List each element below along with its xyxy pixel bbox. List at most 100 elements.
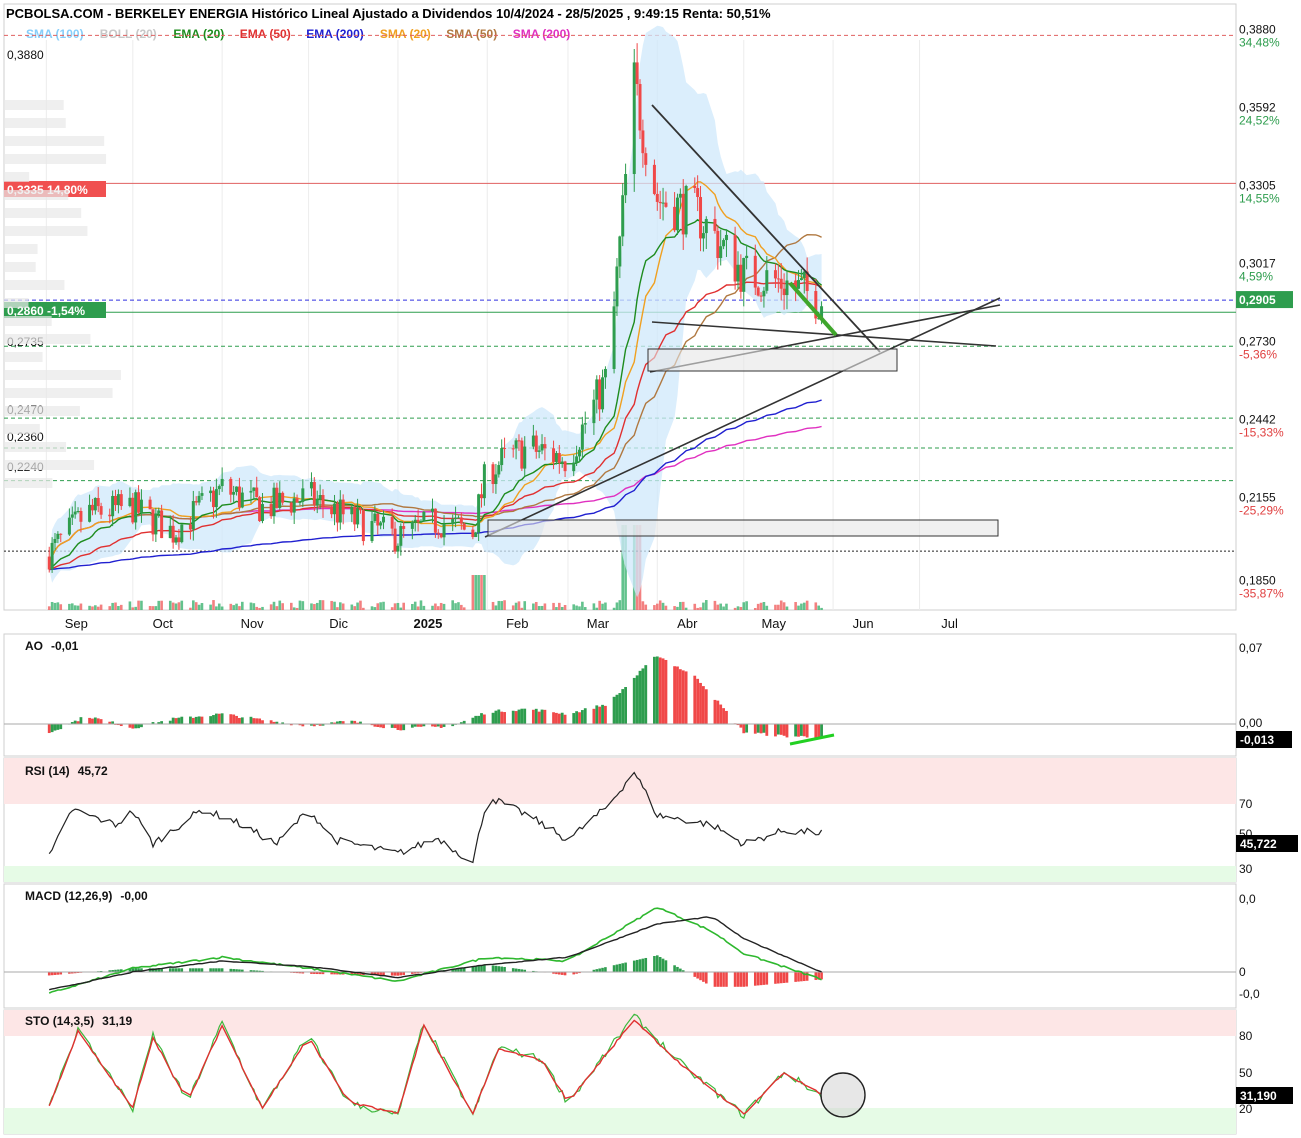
ao-bar-150 [653, 656, 656, 724]
macd-hist-145 [632, 960, 636, 972]
candle-body-161 [696, 188, 700, 197]
ao-bar-11 [91, 718, 94, 724]
ao-bar-131 [575, 711, 579, 724]
macd-hist-116 [514, 968, 518, 972]
candle-body-99 [442, 524, 446, 538]
volume-bar-139 [604, 602, 607, 610]
candle-body-146 [635, 62, 639, 85]
legend-item-3: EMA (50) [240, 27, 291, 41]
ao-bar-178 [762, 724, 766, 733]
macd-hist-37 [194, 968, 198, 972]
macd-hist-139 [604, 967, 607, 972]
ao-bar-38 [197, 716, 201, 724]
candle-body-10 [88, 504, 92, 522]
sto-overbought-zone [4, 1010, 1236, 1036]
volume-bar-97 [436, 606, 440, 610]
legend-item-0: SMA (100) [26, 27, 84, 41]
volume-bar-40 [209, 604, 212, 610]
volume-bar-168 [722, 606, 725, 610]
volume-bar-6 [70, 603, 74, 610]
volume-bar-86 [393, 603, 397, 610]
macd-hist-115 [511, 968, 515, 972]
volume-bar-5 [68, 603, 71, 610]
volume-bar-135 [592, 603, 596, 610]
rsi-title: RSI (14) 45,72 [25, 764, 108, 778]
candle-body-30 [168, 525, 172, 539]
volume-profile-bar-21 [4, 478, 53, 488]
ao-bar-48 [238, 717, 241, 724]
volume-bar-178 [762, 601, 766, 610]
volume-profile-bar-17 [4, 406, 80, 416]
volume-bar-11 [91, 606, 94, 610]
volume-bar-31 [171, 602, 175, 610]
candle-body-128 [560, 461, 564, 463]
candle-body-19 [119, 494, 123, 507]
candle-body-112 [497, 465, 501, 475]
sto-title-value: 31,19 [102, 1014, 132, 1028]
indicator-legend: SMA (100) BOLL (20) EMA (20) EMA (50) EMA (2… [26, 27, 570, 41]
ao-bar-120 [531, 709, 535, 724]
volume-bar-113 [500, 601, 503, 610]
volume-bar-14 [99, 604, 103, 610]
macd-pane: MACD (12,26,9) -0,00 0,0 0 -0,0 [3, 883, 1260, 1009]
volume-bar-65 [310, 603, 313, 610]
ao-bar-31 [171, 717, 175, 724]
macd-axis-label-1: 0 [1239, 965, 1246, 979]
candle-body-108 [480, 494, 484, 499]
volume-bar-35 [189, 607, 192, 610]
candle-body-177 [759, 295, 763, 297]
macd-hist-157 [679, 968, 682, 972]
candle-body-17 [114, 495, 118, 506]
candle-body-32 [174, 537, 178, 543]
ao-bar-190 [814, 724, 818, 739]
candle-body-109 [482, 464, 486, 499]
price-axis-value-3: 0,3017 [1239, 257, 1276, 271]
volume-bar-89 [402, 602, 405, 610]
ao-bar-148 [641, 668, 645, 724]
volume-bar-121 [534, 601, 538, 610]
volume-profile-bar-3 [4, 154, 107, 164]
volume-profile-bar-0 [4, 100, 64, 110]
ao-bar-125 [552, 712, 555, 724]
ao-bar-130 [572, 713, 576, 724]
macd-hist-38 [197, 968, 201, 972]
ao-bar-23 [137, 724, 140, 729]
volume-bar-49 [241, 601, 244, 610]
ao-bar-86 [393, 724, 397, 729]
volume-bar-71 [333, 601, 336, 610]
candle-body-124 [543, 444, 547, 449]
macd-hist-33 [177, 968, 181, 972]
volume-bar-93 [419, 600, 423, 610]
candle-body-21 [131, 497, 135, 523]
ao-bar-106 [474, 715, 478, 724]
month-label-3: Dic [329, 616, 348, 631]
volume-bar-61 [292, 607, 296, 610]
ao-bar-10 [88, 717, 91, 724]
candle-body-60 [289, 502, 293, 513]
ao-bar-20 [128, 724, 132, 728]
month-label-5: Feb [506, 616, 528, 631]
candle-body-39 [200, 493, 204, 496]
macd-plot [4, 907, 1236, 994]
zone-box-upper [647, 348, 898, 372]
volume-bar-10 [88, 605, 91, 610]
volume-bar-42 [215, 606, 218, 610]
ao-bar-118 [520, 708, 524, 724]
price-axis-pct-7: -35,87% [1239, 586, 1284, 600]
candle-body-9 [79, 510, 83, 522]
candle-body-41 [211, 490, 215, 508]
sto-highlight-circle [820, 1072, 866, 1118]
price-axis-value-7: 0,1850 [1239, 573, 1276, 587]
candle-body-34 [180, 524, 184, 543]
price-axis-pct-4: -5,36% [1239, 348, 1277, 362]
volume-bar-82 [376, 603, 380, 610]
ao-bar-169 [725, 710, 728, 724]
candle-body-160 [693, 185, 697, 189]
volume-bar-96 [434, 603, 437, 610]
macd-hist-189 [805, 972, 809, 981]
candle-body-165 [713, 218, 717, 231]
ao-bar-32 [174, 718, 178, 724]
macd-hist-168 [722, 972, 725, 987]
volume-bar-161 [696, 607, 699, 610]
volume-bar-53 [258, 607, 261, 610]
